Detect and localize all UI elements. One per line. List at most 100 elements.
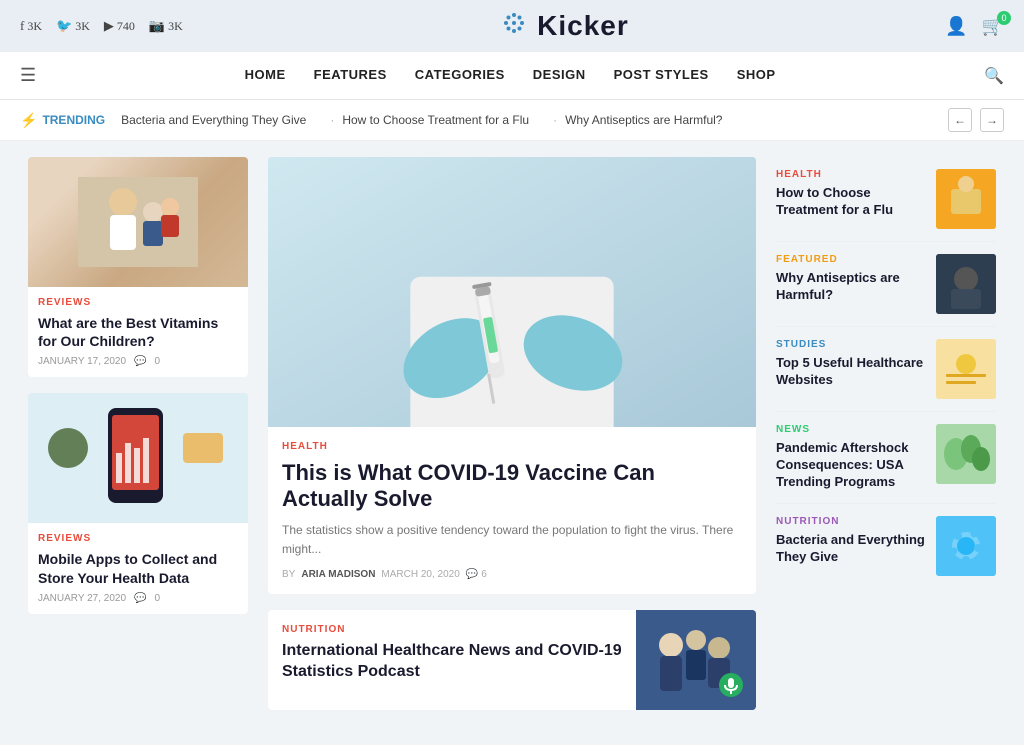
- trending-prev[interactable]: ←: [948, 108, 972, 132]
- right-title-1[interactable]: How to Choose Treatment for a Flu: [776, 185, 926, 219]
- trending-item-3[interactable]: Why Antiseptics are Harmful?: [553, 113, 722, 127]
- right-cat-2[interactable]: FEATURED: [776, 254, 926, 265]
- main-container: REVIEWS What are the Best Vitamins for O…: [12, 157, 1012, 710]
- featured-excerpt: The statistics show a positive tendency …: [282, 521, 742, 559]
- bottom-article: NUTRITION International Healthcare News …: [268, 610, 756, 710]
- trending-next[interactable]: →: [980, 108, 1004, 132]
- card-2-category[interactable]: REVIEWS: [38, 533, 238, 544]
- instagram-count: 3K: [168, 19, 183, 34]
- right-title-4[interactable]: Pandemic Aftershock Consequences: USA Tr…: [776, 440, 926, 491]
- right-title-5[interactable]: Bacteria and Everything They Give: [776, 532, 926, 566]
- right-column: HEALTH How to Choose Treatment for a Flu…: [776, 157, 996, 710]
- social-instagram[interactable]: 📷 3K: [149, 18, 183, 34]
- trending-arrows: ← →: [948, 108, 1004, 132]
- comment-icon-featured: 💬: [466, 569, 478, 580]
- featured-article: HEALTH This is What COVID-19 Vaccine Can…: [268, 157, 756, 594]
- right-title-3[interactable]: Top 5 Useful Healthcare Websites: [776, 355, 926, 389]
- right-item-2: FEATURED Why Antiseptics are Harmful?: [776, 242, 996, 327]
- right-thumb-1: [936, 169, 996, 229]
- featured-body: HEALTH This is What COVID-19 Vaccine Can…: [268, 427, 756, 594]
- bolt-icon: ⚡: [20, 112, 37, 129]
- youtube-icon: ▶: [104, 18, 114, 34]
- right-cat-5[interactable]: NUTRITION: [776, 516, 926, 527]
- nav-design[interactable]: DESIGN: [533, 67, 586, 84]
- comment-icon-2: 💬: [134, 593, 146, 604]
- center-column: HEALTH This is What COVID-19 Vaccine Can…: [268, 157, 756, 710]
- card-1-category[interactable]: REVIEWS: [38, 297, 238, 308]
- featured-meta: BY ARIA MADISON MARCH 20, 2020 💬 6: [282, 569, 742, 580]
- nav-shop[interactable]: SHOP: [737, 67, 776, 84]
- left-card-2: REVIEWS Mobile Apps to Collect and Store…: [28, 393, 248, 613]
- right-cat-1[interactable]: HEALTH: [776, 169, 926, 180]
- card-1-meta: JANUARY 17, 2020 💬 0: [38, 356, 238, 367]
- card-1-body: REVIEWS What are the Best Vitamins for O…: [28, 287, 248, 377]
- social-youtube[interactable]: ▶ 740: [104, 18, 135, 34]
- featured-comments: 💬 6: [466, 569, 487, 580]
- right-thumb-5: [936, 516, 996, 576]
- facebook-icon: f: [20, 18, 24, 34]
- nav-home[interactable]: HOME: [245, 67, 286, 84]
- bottom-article-content: NUTRITION International Healthcare News …: [268, 610, 636, 710]
- card-2-meta: JANUARY 27, 2020 💬 0: [38, 593, 238, 604]
- card-2-title[interactable]: Mobile Apps to Collect and Store Your He…: [38, 550, 238, 586]
- left-card-1: REVIEWS What are the Best Vitamins for O…: [28, 157, 248, 377]
- nav-links: HOME FEATURES CATEGORIES DESIGN POST STY…: [245, 67, 776, 84]
- trending-item-1[interactable]: Bacteria and Everything They Give: [121, 113, 306, 127]
- social-twitter[interactable]: 🐦 3K: [56, 18, 90, 34]
- right-item-3: STUDIES Top 5 Useful Healthcare Websites: [776, 327, 996, 412]
- nav-features[interactable]: FEATURES: [314, 67, 387, 84]
- card-2-date: JANUARY 27, 2020: [38, 593, 126, 604]
- right-cat-4[interactable]: NEWS: [776, 424, 926, 435]
- card-2-image: [28, 393, 248, 523]
- logo-icon: [499, 8, 529, 44]
- card-1-date: JANUARY 17, 2020: [38, 356, 126, 367]
- by-label: BY: [282, 569, 295, 580]
- bottom-title[interactable]: International Healthcare News and COVID-…: [282, 641, 622, 683]
- right-thumb-4: [936, 424, 996, 484]
- twitter-count: 3K: [75, 19, 90, 34]
- instagram-icon: 📷: [149, 18, 165, 34]
- trending-items: Bacteria and Everything They Give How to…: [121, 113, 932, 127]
- bottom-article-image: [636, 610, 756, 710]
- card-1-comments: 0: [154, 356, 160, 367]
- logo[interactable]: Kicker: [499, 8, 629, 44]
- top-bar: f 3K 🐦 3K ▶ 740 📷 3K: [0, 0, 1024, 52]
- featured-category[interactable]: HEALTH: [282, 441, 742, 452]
- left-column: REVIEWS What are the Best Vitamins for O…: [28, 157, 248, 710]
- right-item-1: HEALTH How to Choose Treatment for a Flu: [776, 157, 996, 242]
- trending-label: ⚡ TRENDING: [20, 112, 105, 129]
- featured-author[interactable]: ARIA MADISON: [301, 569, 375, 580]
- cart-badge: 0: [997, 11, 1011, 25]
- card-1-image: [28, 157, 248, 287]
- right-thumb-2: [936, 254, 996, 314]
- youtube-count: 740: [117, 19, 135, 34]
- nav-bar: ☰ HOME FEATURES CATEGORIES DESIGN POST S…: [0, 52, 1024, 100]
- hamburger-menu[interactable]: ☰: [20, 65, 36, 86]
- card-2-comments: 0: [154, 593, 160, 604]
- facebook-count: 3K: [27, 19, 42, 34]
- trending-item-2[interactable]: How to Choose Treatment for a Flu: [330, 113, 529, 127]
- right-item-4: NEWS Pandemic Aftershock Consequences: U…: [776, 412, 996, 504]
- twitter-icon: 🐦: [56, 18, 72, 34]
- featured-image: [268, 157, 756, 427]
- right-thumb-3: [936, 339, 996, 399]
- social-facebook[interactable]: f 3K: [20, 18, 42, 34]
- card-2-body: REVIEWS Mobile Apps to Collect and Store…: [28, 523, 248, 613]
- social-links: f 3K 🐦 3K ▶ 740 📷 3K: [20, 18, 183, 34]
- comment-icon-1: 💬: [134, 356, 146, 367]
- nav-post-styles[interactable]: POST STYLES: [614, 67, 709, 84]
- top-right-actions: 👤 🛒 0: [945, 16, 1004, 37]
- search-button[interactable]: 🔍: [984, 66, 1004, 86]
- featured-title[interactable]: This is What COVID-19 Vaccine Can Actual…: [282, 460, 742, 513]
- nav-categories[interactable]: CATEGORIES: [415, 67, 505, 84]
- right-cat-3[interactable]: STUDIES: [776, 339, 926, 350]
- site-name: Kicker: [537, 10, 629, 42]
- bottom-category[interactable]: NUTRITION: [282, 624, 622, 635]
- cart-button[interactable]: 🛒 0: [982, 16, 1004, 37]
- right-item-5: NUTRITION Bacteria and Everything They G…: [776, 504, 996, 588]
- card-1-title[interactable]: What are the Best Vitamins for Our Child…: [38, 314, 238, 350]
- right-title-2[interactable]: Why Antiseptics are Harmful?: [776, 270, 926, 304]
- trending-bar: ⚡ TRENDING Bacteria and Everything They …: [0, 100, 1024, 141]
- featured-date: MARCH 20, 2020: [381, 569, 459, 580]
- user-account-button[interactable]: 👤: [945, 16, 967, 37]
